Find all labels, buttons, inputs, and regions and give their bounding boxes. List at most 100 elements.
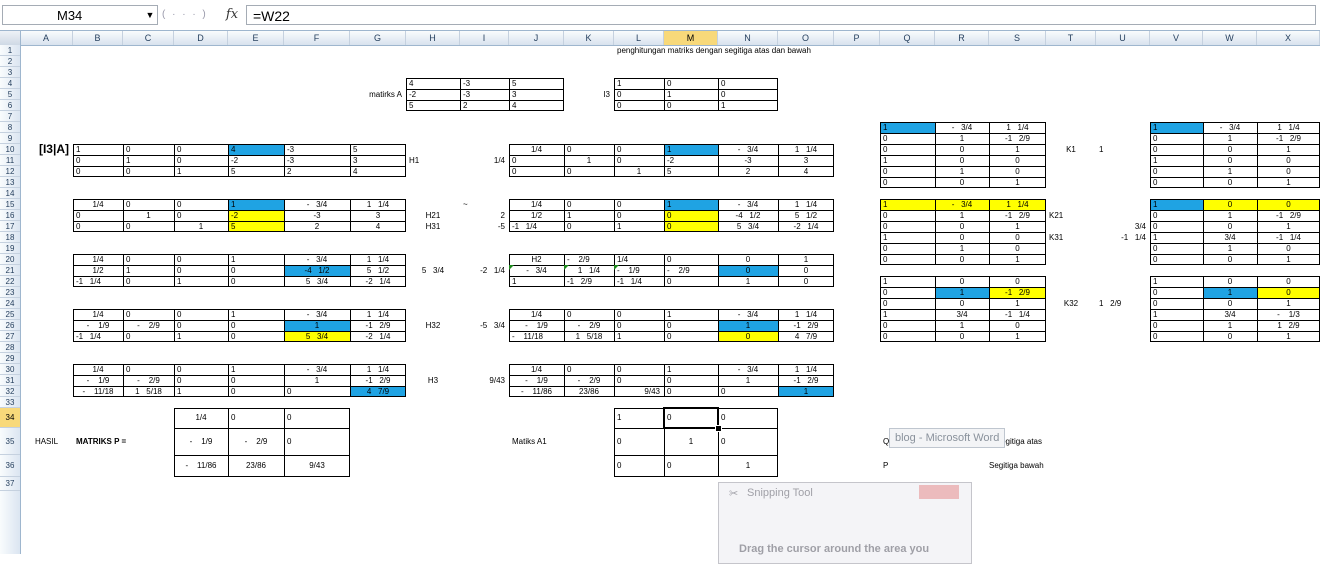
cell-v26[interactable]: 0 (1153, 320, 1157, 331)
cell-k30[interactable]: 0 (567, 364, 571, 375)
cell-g5[interactable]: matirks A (350, 89, 402, 100)
cell-b30[interactable]: 1/4 (73, 364, 123, 375)
cell-f30[interactable]: - 3/4 (284, 364, 350, 375)
cell-w10[interactable]: 0 (1203, 144, 1257, 155)
cell-m15[interactable]: 1 (667, 199, 671, 210)
cell-w22[interactable]: 0 (1203, 276, 1257, 287)
cell-o11[interactable]: 3 (778, 155, 834, 166)
cell-x20[interactable]: 1 (1257, 254, 1320, 265)
cell-t10[interactable]: K1 (1046, 144, 1096, 155)
cell-o26[interactable]: -1 2/9 (778, 320, 834, 331)
row-header-15[interactable]: 15 (0, 199, 20, 210)
row-header-3[interactable]: 3 (0, 67, 20, 78)
cell-v15[interactable]: 1 (1153, 199, 1157, 210)
cell-x27[interactable]: 1 (1257, 331, 1320, 342)
cell-l36[interactable]: 0 (617, 460, 621, 471)
column-header-k[interactable]: K (564, 31, 614, 45)
fill-handle[interactable] (715, 425, 722, 432)
cell-f25[interactable]: - 3/4 (284, 309, 350, 320)
cell-l15[interactable]: 0 (617, 199, 621, 210)
column-header-i[interactable]: I (460, 31, 509, 45)
column-header-m[interactable]: M (664, 31, 718, 45)
cell-v11[interactable]: 1 (1153, 155, 1157, 166)
cell-r20[interactable]: 0 (935, 254, 989, 265)
cell-d34[interactable]: 1/4 (174, 412, 228, 423)
cell-q23[interactable]: 0 (883, 287, 887, 298)
column-header-f[interactable]: F (284, 31, 350, 45)
cell-g17[interactable]: 4 (350, 221, 406, 232)
cell-f36[interactable]: 9/43 (284, 460, 350, 471)
cell-w25[interactable]: 3/4 (1203, 309, 1257, 320)
cell-q10[interactable]: 0 (883, 144, 887, 155)
cell-v19[interactable]: 0 (1153, 243, 1157, 254)
cell-v27[interactable]: 0 (1153, 331, 1157, 342)
cell-w12[interactable]: 1 (1203, 166, 1257, 177)
cell-r24[interactable]: 0 (935, 298, 989, 309)
cell-x17[interactable]: 1 (1257, 221, 1320, 232)
cell-j22[interactable]: 1 (512, 276, 516, 287)
cell-w19[interactable]: 1 (1203, 243, 1257, 254)
cell-g15[interactable]: 1 1/4 (350, 199, 406, 210)
cell-b25[interactable]: 1/4 (73, 309, 123, 320)
cell-k21[interactable]: 1 1/4 (564, 265, 614, 276)
cell-c27[interactable]: 0 (126, 331, 130, 342)
cell-m21[interactable]: - 2/9 (667, 265, 690, 276)
cell-k12[interactable]: 0 (567, 166, 571, 177)
cell-c21[interactable]: 1 (126, 265, 130, 276)
cell-m27[interactable]: 0 (667, 331, 671, 342)
cell-e12[interactable]: 5 (231, 166, 235, 177)
cell-e27[interactable]: 0 (231, 331, 235, 342)
cell-f10[interactable]: -3 (287, 144, 294, 155)
cell-u18[interactable]: -1 1/4 (1096, 232, 1146, 243)
cell-x15[interactable]: 0 (1257, 199, 1320, 210)
row-header-4[interactable]: 4 (0, 78, 20, 89)
cell-q20[interactable]: 0 (883, 254, 887, 265)
cell-t16[interactable]: K21 (1049, 210, 1063, 221)
column-header-x[interactable]: X (1257, 31, 1320, 45)
cell-w18[interactable]: 3/4 (1203, 232, 1257, 243)
cell-v13[interactable]: 0 (1153, 177, 1157, 188)
cell-g21[interactable]: 5 1/2 (350, 265, 406, 276)
cell-u10[interactable]: 1 (1099, 144, 1103, 155)
cell-l16[interactable]: 0 (617, 210, 621, 221)
cell-s8[interactable]: 1 1/4 (989, 122, 1046, 133)
row-header-28[interactable]: 28 (0, 342, 20, 353)
cell-n22[interactable]: 1 (718, 276, 778, 287)
cell-o12[interactable]: 4 (778, 166, 834, 177)
cell-r8[interactable]: - 3/4 (935, 122, 989, 133)
cell-c10[interactable]: 0 (126, 144, 130, 155)
cell-d32[interactable]: 1 (177, 386, 181, 397)
cell-l20[interactable]: 1/4 (617, 254, 628, 265)
cell-h4[interactable]: 4 (409, 78, 413, 89)
cell-k5[interactable]: I3 (564, 89, 610, 100)
cell-m32[interactable]: 0 (667, 386, 671, 397)
column-header-a[interactable]: A (20, 31, 73, 45)
cell-c22[interactable]: 0 (126, 276, 130, 287)
column-header-p[interactable]: P (834, 31, 880, 45)
cell-l5[interactable]: 0 (617, 89, 621, 100)
row-header-25[interactable]: 25 (0, 309, 20, 320)
cell-e10[interactable]: 4 (231, 144, 235, 155)
cell-l11[interactable]: 0 (617, 155, 621, 166)
row-header-34[interactable]: 34 (0, 408, 20, 428)
cell-s18[interactable]: 0 (989, 232, 1046, 243)
cell-e30[interactable]: 1 (231, 364, 235, 375)
cell-f31[interactable]: 1 (284, 375, 350, 386)
column-header-s[interactable]: S (989, 31, 1046, 45)
cell-w8[interactable]: - 3/4 (1203, 122, 1257, 133)
cell-d30[interactable]: 0 (177, 364, 181, 375)
cell-f32[interactable]: 0 (287, 386, 291, 397)
cell-j20[interactable]: H2 (509, 254, 564, 265)
cell-g32[interactable]: 4 7/9 (350, 386, 406, 397)
cell-b15[interactable]: 1/4 (73, 199, 123, 210)
select-all-button[interactable] (0, 31, 21, 45)
cell-x16[interactable]: -1 2/9 (1257, 210, 1320, 221)
cell-j27[interactable]: - 11/18 (512, 331, 543, 342)
cell-m4[interactable]: 0 (667, 78, 671, 89)
cell-c25[interactable]: 0 (126, 309, 130, 320)
cell-g11[interactable]: 3 (353, 155, 357, 166)
cell-l4[interactable]: 1 (617, 78, 621, 89)
name-box[interactable]: M34 (2, 5, 158, 25)
cell-v23[interactable]: 0 (1153, 287, 1157, 298)
row-header-22[interactable]: 22 (0, 276, 20, 287)
